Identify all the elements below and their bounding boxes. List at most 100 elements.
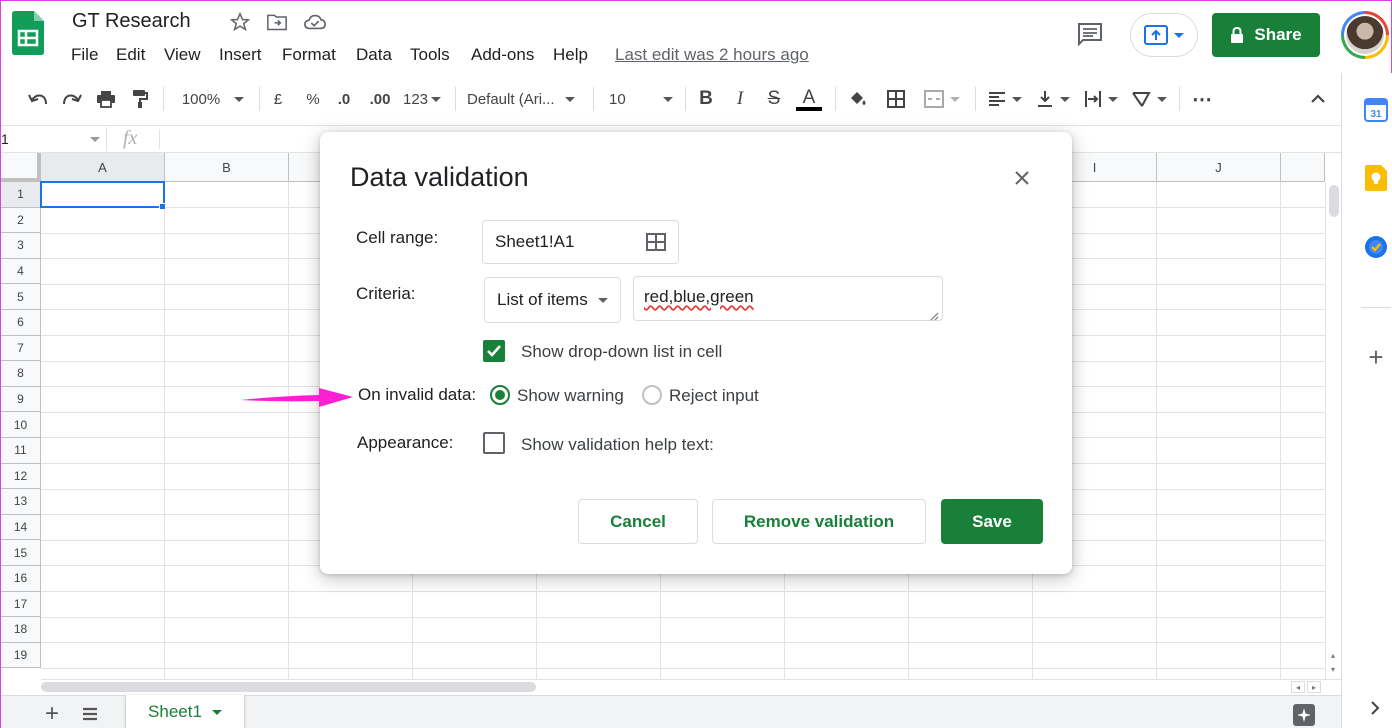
menu-edit[interactable]: Edit: [116, 45, 145, 65]
row-header[interactable]: 15: [1, 540, 41, 566]
menu-view[interactable]: View: [164, 45, 201, 65]
increase-decimal-button[interactable]: .00: [365, 85, 395, 113]
row-header[interactable]: 7: [1, 335, 41, 362]
move-to-folder-icon[interactable]: [266, 11, 288, 33]
document-title[interactable]: GT Research: [72, 10, 191, 33]
show-warning-radio[interactable]: [490, 385, 510, 405]
percent-format-button[interactable]: %: [302, 85, 324, 113]
menu-help[interactable]: Help: [553, 45, 588, 65]
row-header[interactable]: 5: [1, 284, 41, 310]
horizontal-scrollbar-thumb[interactable]: [41, 682, 536, 692]
criteria-values-input[interactable]: red,blue,green: [633, 276, 943, 321]
selected-cell-a1[interactable]: [40, 181, 165, 208]
explore-icon[interactable]: [1293, 704, 1315, 726]
present-button[interactable]: [1130, 13, 1198, 57]
scroll-right-arrow-icon[interactable]: ▸: [1307, 681, 1321, 693]
row-header[interactable]: 19: [1, 642, 41, 669]
row-header[interactable]: 12: [1, 463, 41, 490]
horizontal-align-icon[interactable]: [985, 85, 1025, 113]
print-icon[interactable]: [93, 85, 119, 113]
row-header[interactable]: 2: [1, 207, 41, 234]
row-header[interactable]: 8: [1, 361, 41, 387]
help-text-checkbox[interactable]: [483, 432, 505, 454]
redo-icon[interactable]: [59, 85, 85, 113]
bold-button[interactable]: B: [695, 85, 717, 113]
menu-insert[interactable]: Insert: [219, 45, 262, 65]
row-header[interactable]: 10: [1, 412, 41, 438]
row-header[interactable]: 14: [1, 514, 41, 541]
add-sheet-icon[interactable]: +: [41, 700, 63, 727]
more-formats-button[interactable]: 123: [401, 85, 443, 113]
sheet-tab-sheet1[interactable]: Sheet1: [126, 695, 244, 728]
undo-icon[interactable]: [25, 85, 51, 113]
save-button[interactable]: Save: [941, 499, 1043, 544]
menu-file[interactable]: File: [71, 45, 98, 65]
row-header[interactable]: 16: [1, 566, 41, 592]
cloud-saved-icon[interactable]: [303, 11, 327, 33]
scroll-up-arrow-icon[interactable]: ▴: [1327, 649, 1339, 661]
italic-button[interactable]: I: [729, 85, 751, 113]
column-header-j[interactable]: J: [1157, 153, 1281, 182]
row-header[interactable]: 17: [1, 591, 41, 618]
tasks-icon[interactable]: [1363, 234, 1389, 260]
column-header-a[interactable]: A: [41, 153, 165, 182]
row-header[interactable]: 1: [1, 182, 41, 208]
star-icon[interactable]: [229, 11, 251, 33]
borders-icon[interactable]: [883, 85, 909, 113]
criteria-type-select[interactable]: List of items: [484, 277, 621, 323]
paint-format-icon[interactable]: [127, 85, 153, 113]
row-header[interactable]: 3: [1, 233, 41, 259]
cancel-button[interactable]: Cancel: [578, 499, 698, 544]
column-header-b[interactable]: B: [165, 153, 289, 182]
collapse-toolbar-icon[interactable]: [1305, 85, 1331, 113]
column-header-k[interactable]: [1281, 153, 1325, 182]
font-family-select[interactable]: Default (Ari...: [467, 85, 583, 113]
fill-handle[interactable]: [159, 203, 166, 210]
reject-input-radio[interactable]: [642, 385, 662, 405]
scroll-left-arrow-icon[interactable]: ◂: [1291, 681, 1305, 693]
more-options-icon[interactable]: ⋯: [1189, 85, 1215, 113]
show-dropdown-checkbox[interactable]: [483, 340, 505, 362]
text-color-button[interactable]: A: [795, 85, 823, 113]
row-header[interactable]: 9: [1, 386, 41, 413]
row-header[interactable]: 4: [1, 258, 41, 285]
share-button[interactable]: Share: [1212, 13, 1320, 57]
name-box[interactable]: 1: [1, 127, 107, 151]
sheets-logo-icon[interactable]: [12, 11, 44, 60]
menu-addons[interactable]: Add-ons: [471, 45, 534, 65]
row-header[interactable]: 13: [1, 489, 41, 515]
cell-range-field[interactable]: Sheet1!A1: [482, 220, 679, 264]
remove-validation-button[interactable]: Remove validation: [712, 499, 926, 544]
menu-format[interactable]: Format: [282, 45, 336, 65]
zoom-select[interactable]: 100%: [177, 85, 249, 113]
vertical-scrollbar-track[interactable]: [1325, 182, 1341, 679]
vertical-scrollbar-thumb[interactable]: [1329, 185, 1339, 217]
resize-handle-icon[interactable]: [929, 308, 939, 321]
menu-data[interactable]: Data: [356, 45, 392, 65]
avatar[interactable]: [1341, 11, 1389, 59]
row-header[interactable]: 18: [1, 617, 41, 643]
comment-history-icon[interactable]: [1075, 19, 1105, 49]
close-icon[interactable]: [1010, 166, 1034, 190]
keep-icon[interactable]: [1363, 165, 1389, 191]
currency-format-button[interactable]: £: [267, 85, 289, 113]
font-size-select[interactable]: 10: [609, 85, 673, 113]
last-edit-link[interactable]: Last edit was 2 hours ago: [615, 45, 809, 65]
row-header[interactable]: 11: [1, 438, 41, 464]
get-addons-icon[interactable]: +: [1364, 342, 1388, 372]
text-rotation-icon[interactable]: [1129, 85, 1169, 113]
font-size-value: 10: [609, 90, 626, 108]
select-range-icon[interactable]: [646, 233, 666, 251]
all-sheets-icon[interactable]: [79, 703, 101, 725]
expand-panel-icon[interactable]: [1367, 699, 1383, 717]
strikethrough-button[interactable]: S: [763, 85, 785, 113]
row-header[interactable]: 6: [1, 310, 41, 336]
scroll-down-arrow-icon[interactable]: ▾: [1327, 663, 1339, 675]
menu-tools[interactable]: Tools: [410, 45, 450, 65]
fill-color-icon[interactable]: [845, 85, 871, 113]
select-all-corner[interactable]: [1, 153, 41, 182]
calendar-icon[interactable]: 31: [1363, 97, 1389, 123]
text-wrapping-icon[interactable]: [1081, 85, 1121, 113]
decrease-decimal-button[interactable]: .0: [332, 85, 356, 113]
vertical-align-icon[interactable]: [1033, 85, 1073, 113]
